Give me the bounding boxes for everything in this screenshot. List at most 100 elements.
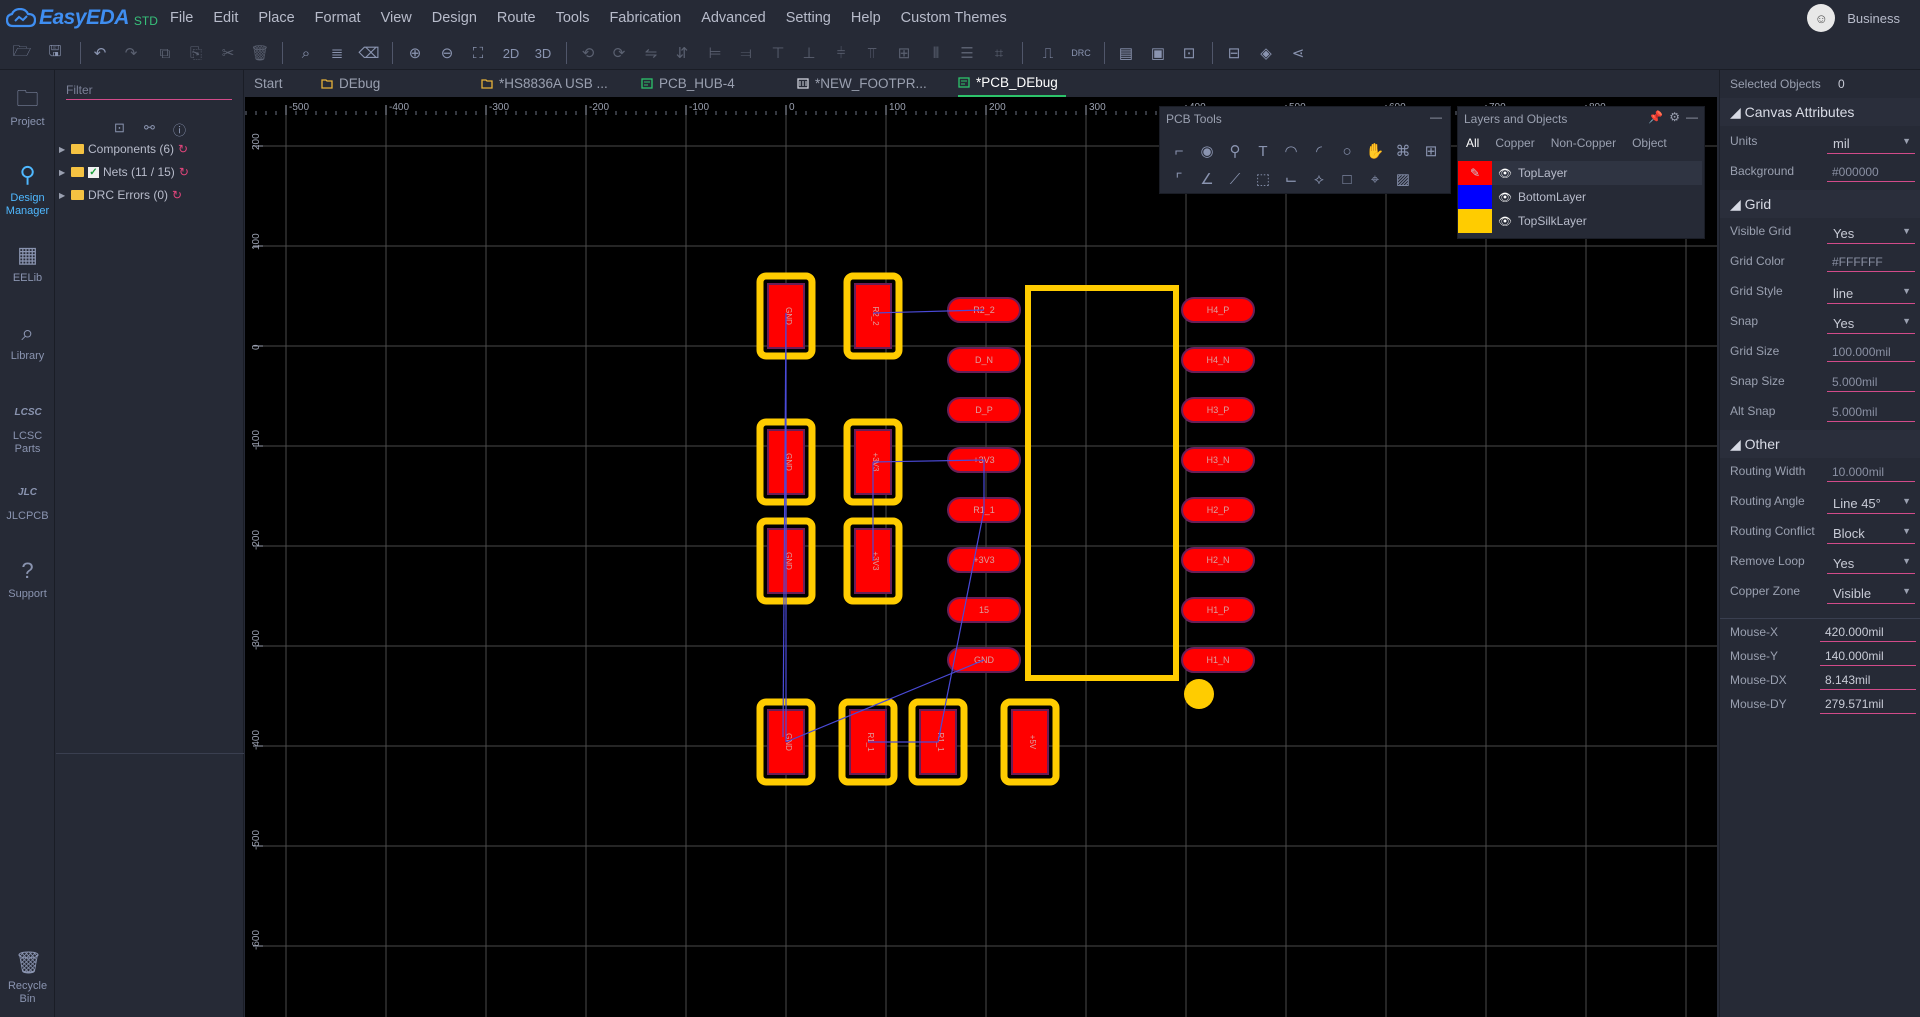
flip-horizontal-icon[interactable]: ⇋ (639, 41, 663, 65)
dimension-icon[interactable]: ⌜ (1168, 169, 1190, 191)
components-view-icon[interactable]: ⊡ (114, 120, 125, 136)
fit-view-icon[interactable]: ⛶ (466, 41, 490, 65)
nets-checkbox[interactable]: ✓ (88, 166, 99, 178)
menu-setting[interactable]: Setting (776, 10, 841, 26)
align-left-icon[interactable]: ⊨ (703, 41, 727, 65)
visible-grid-select[interactable]: Yes ▼ (1827, 222, 1915, 244)
gerber-icon[interactable]: ▣ (1146, 41, 1170, 65)
grid-size-field[interactable]: 100.000mil (1827, 342, 1915, 362)
rectangle-icon[interactable]: □ (1336, 169, 1358, 191)
avatar[interactable]: ☺ (1807, 4, 1836, 32)
nav-jlcpcb[interactable]: JLC JLCPCB (0, 480, 55, 522)
eye-icon[interactable]: 👁 (1492, 215, 1518, 228)
routing-width-field[interactable]: 10.000mil (1827, 462, 1915, 482)
line-icon[interactable]: ⟋ (1224, 169, 1246, 191)
open-icon[interactable]: 🗁 (10, 41, 34, 65)
layer-tab-object[interactable]: Object (1624, 133, 1675, 153)
track-icon[interactable]: ⌐ (1168, 141, 1190, 163)
pin-icon[interactable]: 📌 (1648, 110, 1663, 124)
eye-icon[interactable]: 👁 (1492, 167, 1518, 180)
pad-icon[interactable]: ◉ (1196, 141, 1218, 163)
image-icon[interactable]: ⊞ (1420, 141, 1442, 163)
layer-row-top[interactable]: ✎ 👁 TopLayer (1458, 161, 1702, 185)
keepout-icon[interactable]: ⬚ (1252, 169, 1274, 191)
routing-angle-select[interactable]: Line 45° ▼ (1827, 492, 1915, 514)
background-field[interactable]: #000000 (1827, 162, 1915, 182)
layers-header[interactable]: Layers and Objects 📌 ⚙ — (1458, 107, 1704, 129)
section-grid[interactable]: ◢ Grid (1720, 190, 1920, 218)
eye-icon[interactable]: 👁 (1492, 191, 1518, 204)
align-bottom-icon[interactable]: ⊥ (797, 41, 821, 65)
refresh-icon[interactable]: ↻ (172, 188, 182, 202)
routing-conflict-select[interactable]: Block ▼ (1827, 522, 1915, 544)
gear-icon[interactable]: ⚙ (1669, 110, 1680, 124)
nav-design-manager[interactable]: ⚲ Design Manager (0, 162, 55, 218)
arc-icon[interactable]: ◠ (1280, 141, 1302, 163)
alt-snap-field[interactable]: 5.000mil (1827, 402, 1915, 422)
align-right-icon[interactable]: ⫤ (734, 41, 758, 65)
zoom-in-icon[interactable]: ⊕ (403, 41, 427, 65)
copy-icon[interactable]: ⎘ (184, 41, 208, 65)
align-center-v-icon[interactable]: ⫪ (860, 41, 884, 65)
minimize-icon[interactable]: — (1430, 110, 1442, 124)
menu-view[interactable]: View (371, 10, 422, 26)
tab-pcb-debug[interactable]: *PCB_DEbug (958, 70, 1066, 97)
view-2d-button[interactable]: 2D (498, 41, 524, 65)
zoom-out-icon[interactable]: ⊖ (435, 41, 459, 65)
arc-center-icon[interactable]: ◜ (1308, 141, 1330, 163)
menu-place[interactable]: Place (248, 10, 304, 26)
rotate-right-icon[interactable]: ⟳ (607, 41, 631, 65)
distribute-h-icon[interactable]: ⫴ (924, 41, 948, 65)
find-replace-icon[interactable]: ≣ (325, 41, 349, 65)
drc-button[interactable]: DRC (1068, 41, 1094, 65)
menu-tools[interactable]: Tools (546, 10, 600, 26)
app-logo[interactable]: EasyEDA STD (6, 5, 158, 31)
menu-advanced[interactable]: Advanced (691, 10, 776, 26)
connect-pad-icon[interactable]: ⌘ (1392, 141, 1414, 163)
solid-region-icon[interactable]: ⟡ (1308, 169, 1330, 191)
layers-icon[interactable]: ◈ (1254, 41, 1278, 65)
filter-input[interactable] (66, 80, 232, 100)
cross-probe-icon[interactable]: ⌗ (987, 41, 1011, 65)
camera-icon[interactable]: ⊡ (1177, 41, 1201, 65)
remove-loop-select[interactable]: Yes ▼ (1827, 552, 1915, 574)
align-center-h-icon[interactable]: ⫩ (829, 41, 853, 65)
menu-design[interactable]: Design (422, 10, 487, 26)
panel-divider[interactable] (56, 753, 244, 754)
nets-view-icon[interactable]: ⚯ (144, 120, 155, 136)
nav-support[interactable]: ? Support (0, 558, 55, 600)
tab-hs8836a-usb[interactable]: *HS8836A USB ... (481, 70, 608, 97)
pencil-icon[interactable]: ✎ (1458, 161, 1492, 185)
pan-hand-icon[interactable]: ✋ (1364, 141, 1386, 163)
nav-lcsc-parts[interactable]: LCSC LCSC Parts (0, 400, 55, 456)
tree-item-components[interactable]: ▶ Components (6) ↻ (59, 142, 188, 156)
tab-new-footprint[interactable]: *NEW_FOOTPR... (797, 70, 927, 97)
menu-custom-themes[interactable]: Custom Themes (891, 10, 1017, 26)
menu-fabrication[interactable]: Fabrication (599, 10, 691, 26)
refresh-icon[interactable]: ↻ (179, 165, 189, 179)
nav-project[interactable]: 🗀 Project (0, 86, 55, 128)
menu-route[interactable]: Route (487, 10, 546, 26)
layer-row-bottom[interactable]: 👁 BottomLayer (1458, 185, 1702, 209)
menu-edit[interactable]: Edit (203, 10, 248, 26)
expand-arrow-icon[interactable]: ▶ (59, 168, 67, 177)
copper-zone-select[interactable]: Visible ▼ (1827, 582, 1915, 604)
layer-tab-all[interactable]: All (1458, 133, 1487, 153)
circle-icon[interactable]: ○ (1336, 141, 1358, 163)
tree-item-drc-errors[interactable]: ▶ DRC Errors (0) ↻ (59, 188, 182, 202)
text-icon[interactable]: T (1252, 141, 1274, 163)
tree-item-nets[interactable]: ▶ ✓ Nets (11 / 15) ↻ (59, 165, 189, 179)
search-icon[interactable]: ⌕ (294, 41, 318, 65)
drc-view-icon[interactable]: ⓘ (173, 120, 186, 139)
route-icon[interactable]: ⎍ (1036, 41, 1060, 65)
nav-recycle-bin[interactable]: 🗑 Recycle Bin (0, 950, 55, 1006)
section-canvas-attributes[interactable]: ◢ Canvas Attributes (1720, 98, 1920, 126)
user-plan[interactable]: Business (1847, 11, 1900, 26)
share-icon[interactable]: ⋖ (1286, 41, 1310, 65)
tab-debug-project[interactable]: DEbug (321, 70, 380, 97)
tab-pcb-hub-4[interactable]: PCB_HUB-4 (641, 70, 735, 97)
grid-style-select[interactable]: line ▼ (1827, 282, 1915, 304)
bom-icon[interactable]: ▤ (1114, 41, 1138, 65)
align-grid-icon[interactable]: ⊞ (892, 41, 916, 65)
via-icon[interactable]: ⚲ (1224, 141, 1246, 163)
